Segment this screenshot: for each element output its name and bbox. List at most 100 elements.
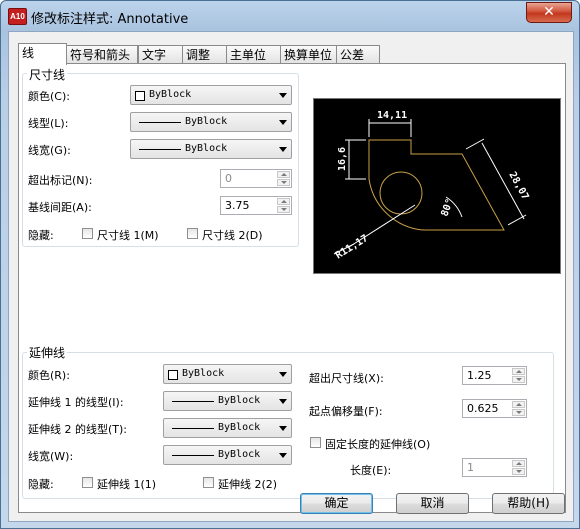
fixed-length-checkbox[interactable] bbox=[310, 437, 321, 448]
ext-color-label: 颜色(R): bbox=[28, 369, 70, 382]
baseline-spacing-label: 基线间距(A): bbox=[28, 201, 92, 214]
chevron-down-icon bbox=[279, 453, 287, 458]
color-swatch bbox=[135, 91, 145, 101]
preview-dim-radius: R11,17 bbox=[334, 233, 370, 261]
dim-color-label: 颜色(C): bbox=[28, 90, 70, 103]
preview-geometry bbox=[368, 139, 505, 231]
line-sample bbox=[139, 149, 181, 150]
tab-symbols-arrows[interactable]: 符号和箭头 bbox=[66, 45, 138, 63]
ext-linetype1-dropdown[interactable]: ByBlock bbox=[163, 391, 292, 411]
spin-up-icon[interactable] bbox=[277, 198, 290, 205]
chevron-down-icon bbox=[279, 426, 287, 431]
dim-lineweight-dropdown[interactable]: ByBlock bbox=[130, 139, 292, 159]
spin-down-icon[interactable] bbox=[512, 376, 525, 383]
fixed-length-label: 固定长度的延伸线(O) bbox=[325, 438, 431, 451]
tab-panel-lines: 尺寸线 颜色(C): ByBlock 线型(L): ByBlock 线宽(G):… bbox=[18, 63, 566, 513]
preview-dim-left: 16,6 bbox=[337, 147, 348, 171]
spin-up-icon[interactable] bbox=[512, 368, 525, 375]
dim-color-value: ByBlock bbox=[149, 89, 192, 100]
dim-color-dropdown[interactable]: ByBlock bbox=[130, 85, 292, 105]
dimension-preview: 14,11 16,6 28,07 80° R11,17 bbox=[313, 98, 561, 274]
suppress-ext-line2-label: 延伸线 2(2) bbox=[218, 478, 278, 491]
chevron-down-icon bbox=[279, 120, 287, 125]
suppress-dim-line1-label: 尺寸线 1(M) bbox=[97, 229, 159, 242]
dim-linetype-value: ByBlock bbox=[185, 116, 228, 127]
line-sample bbox=[172, 401, 214, 402]
dialog-window: A10 修改标注样式: Annotative ✕ 线 符号和箭头 文字 调整 主… bbox=[0, 0, 580, 529]
chevron-down-icon bbox=[279, 147, 287, 152]
offset-value: 0.625 bbox=[467, 402, 499, 415]
spin-down-icon[interactable] bbox=[512, 409, 525, 416]
close-button[interactable]: ✕ bbox=[526, 2, 572, 23]
spin-up-icon[interactable] bbox=[512, 401, 525, 408]
dim-linetype-label: 线型(L): bbox=[28, 117, 69, 130]
ext-linetype2-dropdown[interactable]: ByBlock bbox=[163, 418, 292, 438]
suppress-dim-line2-checkbox[interactable] bbox=[187, 228, 198, 239]
spin-up-icon[interactable] bbox=[277, 171, 290, 178]
spin-down-icon[interactable] bbox=[512, 468, 525, 475]
offset-stepper[interactable]: 0.625 bbox=[462, 399, 527, 418]
tab-text[interactable]: 文字 bbox=[138, 45, 183, 63]
extend-ticks-label: 超出标记(N): bbox=[28, 174, 93, 187]
spin-up-icon[interactable] bbox=[512, 460, 525, 467]
ext-lineweight-dropdown[interactable]: ByBlock bbox=[163, 445, 292, 465]
ext-suppress-label: 隐藏: bbox=[28, 478, 54, 491]
preview-dim-top: 14,11 bbox=[377, 110, 407, 121]
suppress-ext-line1-label: 延伸线 1(1) bbox=[97, 478, 157, 491]
chevron-down-icon bbox=[279, 93, 287, 98]
length-value: 1 bbox=[467, 461, 474, 474]
offset-label: 起点偏移量(F): bbox=[309, 405, 383, 418]
spin-down-icon[interactable] bbox=[277, 206, 290, 213]
tab-primary-units[interactable]: 主单位 bbox=[226, 45, 281, 63]
chevron-down-icon bbox=[279, 372, 287, 377]
length-stepper[interactable]: 1 bbox=[462, 458, 527, 477]
baseline-spacing-value: 3.75 bbox=[225, 199, 250, 212]
ext-color-dropdown[interactable]: ByBlock bbox=[163, 364, 292, 384]
line-sample bbox=[172, 428, 214, 429]
line-sample bbox=[172, 455, 214, 456]
dim-linetype-dropdown[interactable]: ByBlock bbox=[130, 112, 292, 132]
dim-lineweight-label: 线宽(G): bbox=[28, 144, 71, 157]
dim-lineweight-value: ByBlock bbox=[185, 143, 228, 154]
suppress-dim-line2-label: 尺寸线 2(D) bbox=[202, 229, 263, 242]
line-sample bbox=[139, 122, 181, 123]
ext-lineweight-label: 线宽(W): bbox=[28, 450, 74, 463]
suppress-ext-line1-checkbox[interactable] bbox=[82, 477, 93, 488]
dim-suppress-label: 隐藏: bbox=[28, 229, 54, 242]
suppress-ext-line2-checkbox[interactable] bbox=[203, 477, 214, 488]
preview-dim-angle: 80° bbox=[439, 197, 456, 218]
extend-beyond-label: 超出尺寸线(X): bbox=[309, 372, 384, 385]
tab-fit[interactable]: 调整 bbox=[182, 45, 227, 63]
autocad-app-icon: A10 bbox=[8, 8, 27, 25]
window-title: 修改标注样式: Annotative bbox=[31, 12, 189, 27]
spin-down-icon[interactable] bbox=[277, 179, 290, 186]
ext-linetype1-value: ByBlock bbox=[218, 395, 261, 406]
ext-linetype1-label: 延伸线 1 的线型(I): bbox=[28, 396, 124, 409]
suppress-dim-line1-checkbox[interactable] bbox=[82, 228, 93, 239]
title-bar[interactable]: A10 修改标注样式: Annotative ✕ bbox=[1, 1, 579, 31]
chevron-down-icon bbox=[279, 399, 287, 404]
ext-color-value: ByBlock bbox=[182, 368, 225, 379]
ext-lineweight-value: ByBlock bbox=[218, 449, 261, 460]
cancel-button[interactable]: 取消 bbox=[396, 493, 469, 514]
extend-beyond-stepper[interactable]: 1.25 bbox=[462, 366, 527, 385]
preview-drawing: 14,11 16,6 28,07 80° R11,17 bbox=[334, 110, 531, 262]
extend-beyond-value: 1.25 bbox=[467, 369, 492, 382]
tab-tolerances[interactable]: 公差 bbox=[336, 45, 380, 63]
dimension-lines-group-label: 尺寸线 bbox=[27, 66, 68, 83]
ext-linetype2-value: ByBlock bbox=[218, 422, 261, 433]
ok-button[interactable]: 确定 bbox=[300, 493, 373, 514]
preview-dim-right: 28,07 bbox=[506, 170, 530, 202]
length-label: 长度(E): bbox=[350, 464, 392, 477]
color-swatch bbox=[168, 370, 178, 380]
tab-alternate-units[interactable]: 换算单位 bbox=[280, 45, 337, 63]
extend-ticks-value: 0 bbox=[225, 172, 232, 185]
help-button[interactable]: 帮助(H) bbox=[492, 493, 565, 514]
ext-linetype2-label: 延伸线 2 的线型(T): bbox=[28, 423, 127, 436]
baseline-spacing-stepper[interactable]: 3.75 bbox=[220, 196, 292, 215]
dialog-client: 线 符号和箭头 文字 调整 主单位 换算单位 公差 尺寸线 颜色(C): ByB… bbox=[8, 31, 574, 522]
preview-circle bbox=[379, 171, 423, 215]
extension-lines-group-label: 延伸线 bbox=[27, 344, 68, 361]
tab-lines[interactable]: 线 bbox=[18, 43, 67, 65]
extend-ticks-stepper[interactable]: 0 bbox=[220, 169, 292, 188]
